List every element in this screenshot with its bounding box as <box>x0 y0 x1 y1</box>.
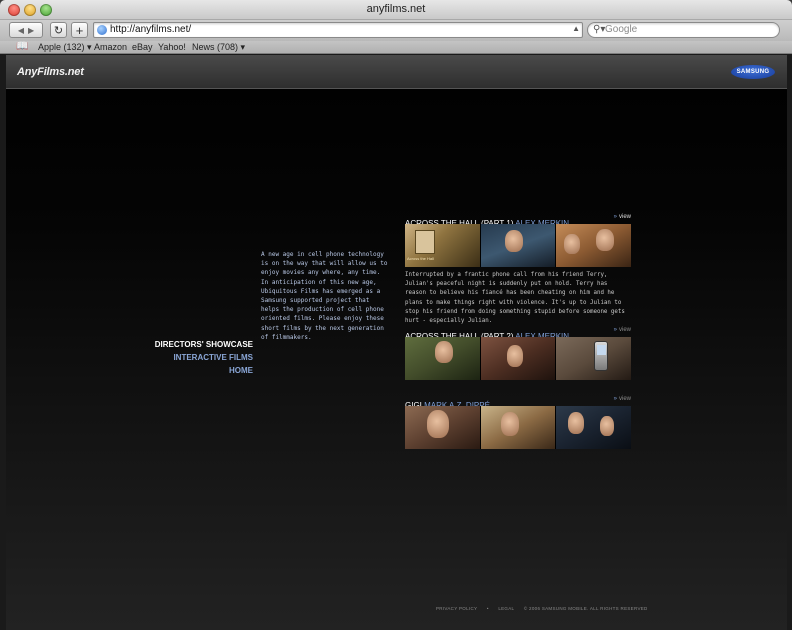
bookmarks-book-icon[interactable]: 📖 <box>16 41 28 52</box>
bookmark-apple[interactable]: Apple (132) ▾ <box>38 42 92 53</box>
film-thumbnail[interactable] <box>479 406 556 449</box>
site-nav: DIRECTORS' SHOWCASE INTERACTIVE FILMS HO… <box>106 338 253 377</box>
legal-link[interactable]: LEGAL <box>498 606 514 611</box>
bookmark-yahoo[interactable]: Yahoo! <box>158 42 186 52</box>
globe-icon <box>97 25 107 35</box>
thumbnail-caption: Across the Hall <box>407 256 434 261</box>
film-thumbnail[interactable] <box>405 337 480 380</box>
double-chevron-icon: » <box>613 327 617 333</box>
bookmarks-bar: 📖 Apple (132) ▾ Amazon eBay Yahoo! News … <box>0 41 792 54</box>
film-thumbnail[interactable] <box>555 337 632 380</box>
nav-home[interactable]: HOME <box>106 364 253 377</box>
film-thumbnails[interactable]: Across the Hall <box>405 224 632 267</box>
site-header: AnyFilms.net SAMSUNG <box>6 55 787 89</box>
film-thumbnail[interactable] <box>479 337 556 380</box>
address-bar[interactable]: http://anyfilms.net/ ▲ <box>93 22 583 38</box>
film-entry: ACROSS THE HALL (PART 1) ALEX MERKIN »vi… <box>405 213 632 326</box>
film-thumbnail[interactable] <box>405 406 480 449</box>
samsung-logo[interactable]: SAMSUNG <box>731 65 775 79</box>
privacy-policy-link[interactable]: PRIVACY POLICY <box>436 606 477 611</box>
window-title: anyfilms.net <box>366 3 426 15</box>
view-link[interactable]: » view <box>614 327 631 333</box>
view-link[interactable]: » view <box>614 214 631 220</box>
plus-icon: + <box>75 22 84 38</box>
view-link[interactable]: » view <box>614 396 631 402</box>
add-bookmark-button[interactable]: + <box>71 22 88 38</box>
address-dropdown-icon[interactable]: ▲ <box>572 24 580 33</box>
intro-text: A new age in cell phone technology is on… <box>261 251 388 341</box>
nav-interactive-films[interactable]: INTERACTIVE FILMS <box>106 351 253 364</box>
search-field[interactable]: ⚲▾ Google <box>587 22 780 38</box>
nav-directors-showcase[interactable]: DIRECTORS' SHOWCASE <box>106 338 253 351</box>
search-placeholder: Google <box>605 24 638 35</box>
double-chevron-icon: » <box>613 214 617 220</box>
site-logo[interactable]: AnyFilms.net <box>17 66 84 78</box>
film-thumbnail[interactable] <box>479 224 556 267</box>
film-entry: GIGI MARK A.Z. DIPPÉ »view <box>405 395 632 449</box>
back-forward-buttons[interactable]: ◀ ▶ <box>9 22 43 38</box>
bookmark-ebay[interactable]: eBay <box>132 42 153 52</box>
film-thumbnail[interactable]: Across the Hall <box>405 224 480 267</box>
web-page: AnyFilms.net SAMSUNG DIRECTORS' SHOWCASE… <box>6 55 787 630</box>
address-text[interactable]: http://anyfilms.net/ <box>110 24 191 35</box>
cell-phone <box>594 341 609 371</box>
forward-arrow-icon[interactable]: ▶ <box>28 26 34 35</box>
bookmark-news[interactable]: News (708) ▾ <box>192 42 245 53</box>
reload-icon: ↻ <box>53 24 64 37</box>
film-thumbnail[interactable] <box>555 406 632 449</box>
footer-separator: • <box>486 606 489 611</box>
search-icon: ⚲▾ <box>593 24 606 35</box>
back-arrow-icon[interactable]: ◀ <box>18 26 24 35</box>
film-thumbnails[interactable] <box>405 406 632 449</box>
browser-toolbar: ◀ ▶ ↻ + http://anyfilms.net/ ▲ ⚲▾ Google <box>0 20 792 41</box>
film-thumbnails[interactable] <box>405 337 632 380</box>
film-entry: ACROSS THE HALL (PART 2) ALEX MERKIN »vi… <box>405 326 632 380</box>
browser-window: anyfilms.net ◀ ▶ ↻ + http://anyfilms.net/… <box>0 0 792 630</box>
copyright-text: © 2006 SAMSUNG MOBILE. ALL RIGHTS RESERV… <box>523 606 648 611</box>
bookmark-amazon[interactable]: Amazon <box>94 42 127 52</box>
site-footer: PRIVACY POLICY • LEGAL © 2006 SAMSUNG MO… <box>436 606 656 611</box>
double-chevron-icon: » <box>613 396 617 402</box>
reload-button[interactable]: ↻ <box>50 22 67 38</box>
film-thumbnail[interactable] <box>555 224 632 267</box>
title-bar: anyfilms.net <box>0 0 792 20</box>
film-description: Interrupted by a frantic phone call from… <box>405 272 625 325</box>
